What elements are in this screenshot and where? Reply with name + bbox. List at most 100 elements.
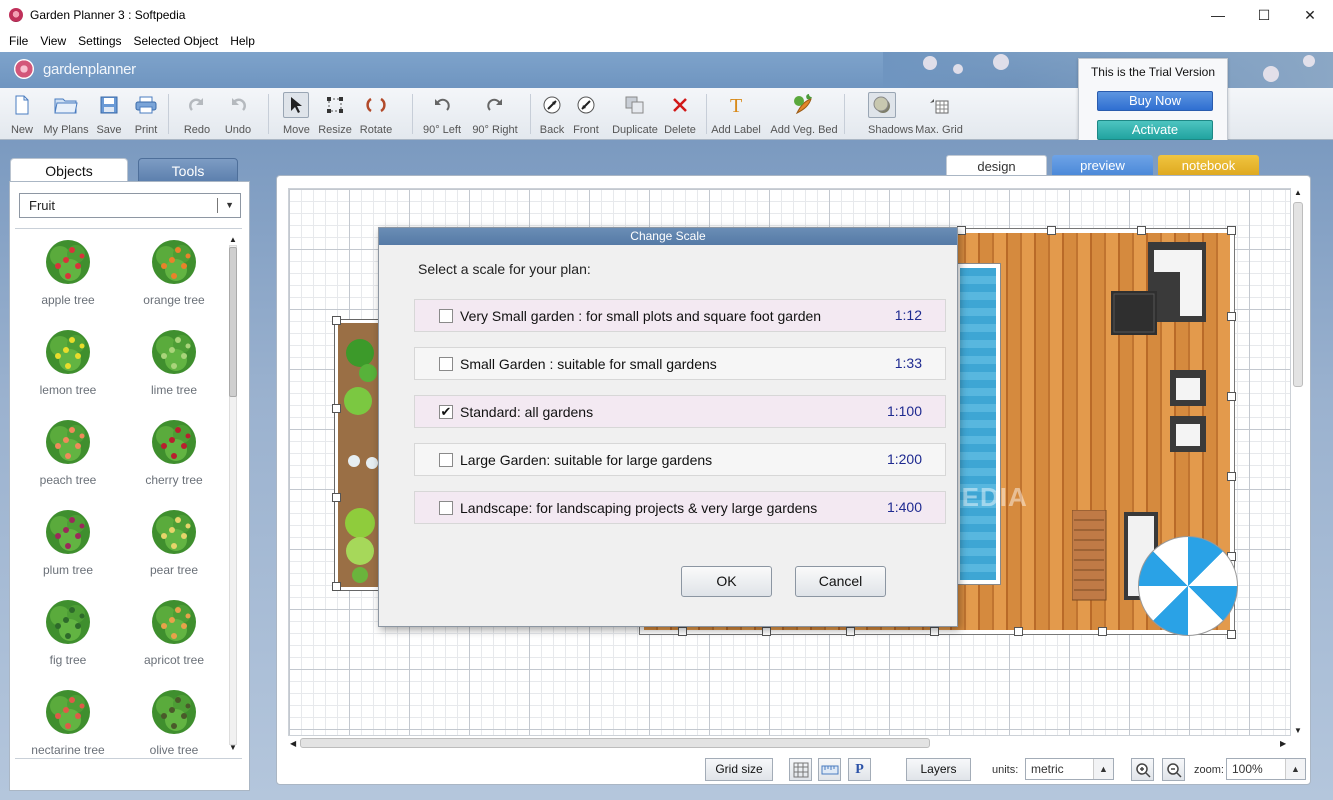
object-list-scrollbar[interactable]: ▲ ▼ (227, 235, 239, 757)
category-dropdown[interactable]: Fruit ▼ (19, 193, 241, 218)
redo-icon (189, 98, 204, 111)
tab-design[interactable]: design (946, 155, 1047, 176)
lounge-sofa[interactable] (1148, 242, 1208, 324)
object-item-cherry-tree[interactable]: cherry tree (124, 414, 224, 487)
minimize-button[interactable]: — (1195, 0, 1241, 30)
object-item-lemon-tree[interactable]: lemon tree (18, 324, 118, 397)
activate-button[interactable]: Activate (1097, 120, 1213, 140)
scale-option-very-small[interactable]: Very Small garden : for small plots and … (414, 299, 946, 332)
tree-icon (46, 690, 90, 734)
menu-selected-object[interactable]: Selected Object (128, 34, 225, 48)
grid-toggle-button[interactable] (789, 758, 812, 781)
tab-preview[interactable]: preview (1052, 155, 1153, 176)
my-plans-button[interactable]: My Plans (42, 92, 90, 136)
delete-button[interactable]: Delete (662, 92, 698, 136)
object-item-pear-tree[interactable]: pear tree (124, 504, 224, 577)
tab-objects[interactable]: Objects (10, 158, 128, 182)
menu-help[interactable]: Help (224, 34, 261, 48)
new-file-icon (15, 95, 29, 115)
ruler-button[interactable] (818, 758, 841, 781)
object-label: olive tree (149, 743, 199, 757)
checkbox-checked[interactable]: ✔ (439, 405, 453, 419)
menu-settings[interactable]: Settings (72, 34, 127, 48)
object-label: orange tree (143, 293, 205, 307)
checkbox[interactable] (439, 501, 453, 515)
redo-button[interactable]: Redo (181, 92, 213, 136)
object-item-plum-tree[interactable]: plum tree (18, 504, 118, 577)
tab-notebook[interactable]: notebook (1158, 155, 1259, 176)
buy-now-button[interactable]: Buy Now (1097, 91, 1213, 111)
checkbox[interactable] (439, 453, 453, 467)
object-item-orange-tree[interactable]: orange tree (124, 234, 224, 307)
object-item-apple-tree[interactable]: apple tree (18, 234, 118, 307)
rotate-button[interactable]: Rotate (358, 92, 394, 136)
coffee-table[interactable] (1111, 291, 1157, 335)
scroll-right-icon[interactable]: ▶ (1280, 739, 1286, 748)
layers-button[interactable]: Layers (906, 758, 971, 781)
shadows-button[interactable]: Shadows (868, 92, 913, 136)
dialog-title: Change Scale (379, 228, 957, 245)
rotate-right-button[interactable]: 90° Right (470, 92, 520, 136)
close-button[interactable]: ✕ (1287, 0, 1333, 30)
max-grid-button[interactable]: Max. Grid (914, 92, 964, 136)
scale-option-standard[interactable]: ✔ Standard: all gardens 1:100 (414, 395, 946, 428)
object-label: peach tree (39, 473, 97, 487)
canvas-horizontal-scrollbar[interactable]: ◀ ▶ (288, 737, 1291, 751)
sun-lounger[interactable] (1072, 510, 1108, 602)
units-dropdown[interactable]: metric ▲ (1025, 758, 1114, 780)
delete-x-icon (673, 98, 687, 112)
zoom-in-button[interactable] (1131, 758, 1154, 781)
print-button[interactable]: Print (130, 92, 162, 136)
object-item-nectarine-tree[interactable]: nectarine tree (18, 684, 118, 757)
brand-name: gardenplanner (43, 61, 136, 78)
object-item-peach-tree[interactable]: peach tree (18, 414, 118, 487)
scale-option-large[interactable]: Large Garden: suitable for large gardens… (414, 443, 946, 476)
scale-option-landscape[interactable]: Landscape: for landscaping projects & ve… (414, 491, 946, 524)
checkbox[interactable] (439, 309, 453, 323)
scroll-down-icon[interactable]: ▼ (227, 743, 239, 752)
grid-size-button[interactable]: Grid size (705, 758, 773, 781)
resize-button[interactable]: Resize (316, 92, 354, 136)
scroll-left-icon[interactable]: ◀ (290, 739, 296, 748)
object-item-fig-tree[interactable]: fig tree (18, 594, 118, 667)
object-item-apricot-tree[interactable]: apricot tree (124, 594, 224, 667)
ok-button[interactable]: OK (681, 566, 772, 597)
maximize-button[interactable]: ☐ (1241, 0, 1287, 30)
checkbox[interactable] (439, 357, 453, 371)
save-button[interactable]: Save (92, 92, 126, 136)
parasol[interactable] (1138, 536, 1238, 636)
canvas-vertical-scrollbar[interactable]: ▲ ▼ (1291, 188, 1305, 736)
object-item-lime-tree[interactable]: lime tree (124, 324, 224, 397)
scroll-up-icon[interactable]: ▲ (1294, 188, 1302, 197)
horizontal-scroll-thumb[interactable] (300, 738, 930, 748)
scroll-thumb[interactable] (229, 247, 237, 397)
new-button[interactable]: New (6, 92, 38, 136)
scroll-up-icon[interactable]: ▲ (227, 235, 239, 244)
bring-front-button[interactable]: Front (571, 92, 601, 136)
duplicate-button[interactable]: Duplicate (611, 92, 659, 136)
rotate-left-button[interactable]: 90° Left (420, 92, 464, 136)
undo-button[interactable]: Undo (221, 92, 255, 136)
zoom-out-button[interactable] (1162, 758, 1185, 781)
add-label-button[interactable]: T Add Label (710, 92, 762, 136)
menu-file[interactable]: File (3, 34, 34, 48)
add-veg-bed-button[interactable]: Add Veg. Bed (768, 92, 840, 136)
tab-tools[interactable]: Tools (138, 158, 238, 182)
send-back-button[interactable]: Back (538, 92, 566, 136)
menu-view[interactable]: View (34, 34, 72, 48)
swimming-pool[interactable] (955, 263, 1001, 585)
menu-bar: File View Settings Selected Object Help (0, 30, 1333, 52)
flower-logo-icon (14, 59, 34, 79)
object-item-olive-tree[interactable]: olive tree (124, 684, 224, 757)
zoom-dropdown[interactable]: 100% ▲ (1226, 758, 1306, 780)
scroll-down-icon[interactable]: ▼ (1294, 726, 1302, 735)
vertical-scroll-thumb[interactable] (1293, 202, 1303, 387)
rotate-right-icon (487, 98, 502, 111)
scale-option-small[interactable]: Small Garden : suitable for small garden… (414, 347, 946, 380)
print-preview-button[interactable]: P (848, 758, 871, 781)
chevron-up-icon: ▲ (1285, 759, 1305, 779)
cancel-button[interactable]: Cancel (795, 566, 886, 597)
tree-icon (46, 600, 90, 644)
armchairs[interactable] (1170, 370, 1208, 454)
move-button[interactable]: Move (283, 92, 310, 136)
